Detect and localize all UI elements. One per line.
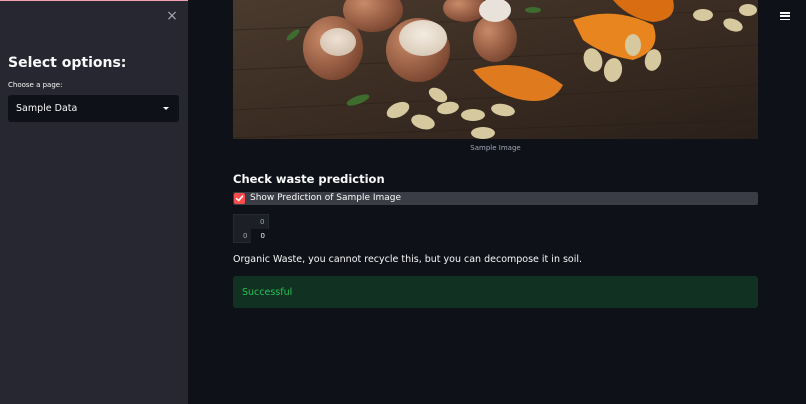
sample-image [233,0,758,139]
page-select[interactable]: Sample Data [8,95,179,122]
success-message: Successful [242,287,293,298]
close-sidebar-icon[interactable]: × [166,9,178,23]
show-prediction-checkbox[interactable]: Show Prediction of Sample Image [233,192,758,205]
sidebar-heading: Select options: [8,55,127,71]
dataframe-column-header: 0 [260,218,265,226]
checkbox-checked-icon[interactable] [234,193,245,204]
chevron-down-icon [163,107,169,110]
page-select-value: Sample Data [16,103,78,114]
checkbox-label: Show Prediction of Sample Image [250,193,402,203]
dataframe-cell[interactable]: 0 [251,229,269,243]
prediction-result-text: Organic Waste, you cannot recycle this, … [233,254,583,265]
sidebar: × Select options: Choose a page: Sample … [0,0,188,404]
page-select-label: Choose a page: [8,81,63,89]
dataframe-row-index: 0 [243,232,248,240]
image-caption: Sample Image [470,144,521,152]
section-title: Check waste prediction [233,172,385,186]
success-alert: Successful [233,276,758,308]
prediction-dataframe[interactable]: 0 0 0 [233,214,269,243]
hamburger-menu-icon[interactable] [780,12,790,21]
